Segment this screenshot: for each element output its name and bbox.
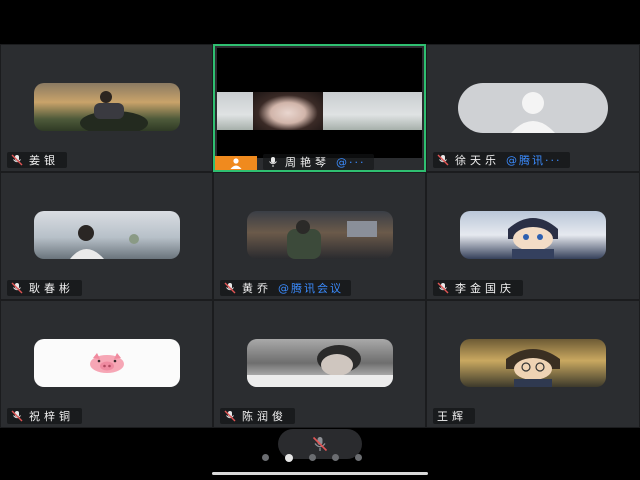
participant-namebar: 王辉 bbox=[433, 408, 475, 424]
mic-muted-icon bbox=[224, 282, 236, 294]
participant-avatar bbox=[458, 83, 608, 133]
participant-namebar: 耿春彬 bbox=[7, 280, 82, 296]
pig-emoji-icon bbox=[89, 353, 124, 373]
participant-name: 姜银 bbox=[29, 154, 59, 167]
page-dot-active[interactable] bbox=[285, 453, 293, 462]
home-indicator[interactable] bbox=[212, 472, 428, 475]
participant-name: 李金国庆 bbox=[455, 282, 515, 295]
participant-org: @腾讯··· bbox=[506, 154, 562, 167]
participant-namebar: 徐天乐 @腾讯··· bbox=[433, 152, 570, 168]
participant-org: @腾讯会议 bbox=[278, 282, 343, 295]
page-dot[interactable] bbox=[355, 454, 362, 461]
mic-muted-icon bbox=[224, 410, 236, 422]
participant-avatar bbox=[246, 211, 393, 259]
participant-avatar bbox=[460, 211, 606, 259]
participant-avatar bbox=[33, 211, 180, 259]
participant-avatar bbox=[33, 83, 180, 131]
participant-namebar: 姜银 bbox=[7, 152, 67, 168]
avatar-photo-icon bbox=[286, 220, 377, 259]
participant-name: 耿春彬 bbox=[29, 282, 74, 295]
avatar-photo-icon bbox=[508, 218, 558, 259]
participant-namebar: 祝梓铜 bbox=[7, 408, 82, 424]
avatar-photo-icon bbox=[69, 225, 139, 259]
participant-tile[interactable]: 耿春彬 bbox=[0, 172, 213, 300]
page-indicator[interactable] bbox=[262, 453, 362, 462]
participant-tile-active[interactable]: 周艳琴 @··· bbox=[213, 44, 426, 172]
participant-tile[interactable]: 陈润俊 bbox=[213, 300, 426, 428]
participant-tile[interactable]: 李金国庆 bbox=[426, 172, 640, 300]
participant-namebar: 黄乔 @腾讯会议 bbox=[220, 280, 351, 296]
participant-org: @··· bbox=[336, 155, 366, 169]
page-dot[interactable] bbox=[332, 454, 339, 461]
avatar-photo-icon bbox=[246, 345, 393, 387]
participant-tile[interactable]: 王辉 bbox=[426, 300, 640, 428]
participant-name: 徐天乐 bbox=[455, 154, 500, 167]
participant-avatar bbox=[33, 339, 180, 387]
mic-muted-icon bbox=[11, 410, 23, 422]
avatar-photo-icon bbox=[79, 91, 148, 131]
participant-namebar: 陈润俊 bbox=[220, 408, 295, 424]
participant-name: 王辉 bbox=[437, 410, 467, 423]
participant-grid: 姜银 周艳琴 @··· 徐天乐 @腾讯··· 耿春彬 黄乔 @腾讯会议 李金国庆… bbox=[0, 44, 640, 428]
participant-name: 黄乔 bbox=[242, 282, 272, 295]
top-bar bbox=[0, 0, 640, 44]
participant-tile[interactable]: 徐天乐 @腾讯··· bbox=[426, 44, 640, 172]
mic-muted-icon bbox=[11, 282, 23, 294]
participant-avatar bbox=[460, 339, 606, 387]
participant-tile[interactable]: 姜银 bbox=[0, 44, 213, 172]
mic-muted-icon bbox=[11, 154, 23, 166]
mic-icon bbox=[269, 157, 277, 167]
participant-video bbox=[217, 48, 422, 158]
participant-name: 陈润俊 bbox=[242, 410, 287, 423]
mic-muted-icon bbox=[437, 282, 449, 294]
participant-namebar: 周艳琴 @··· bbox=[263, 154, 374, 170]
participant-tile[interactable]: 黄乔 @腾讯会议 bbox=[213, 172, 426, 300]
participant-name: 祝梓铜 bbox=[29, 410, 74, 423]
bottom-bar bbox=[0, 428, 640, 480]
host-person-icon bbox=[215, 156, 257, 170]
avatar-photo-icon bbox=[506, 349, 560, 387]
participant-avatar bbox=[246, 339, 393, 387]
participant-name: 周艳琴 bbox=[285, 156, 330, 169]
page-dot[interactable] bbox=[309, 454, 316, 461]
person-silhouette-icon bbox=[511, 92, 555, 133]
participant-namebar: 李金国庆 bbox=[433, 280, 523, 296]
mic-muted-icon bbox=[312, 436, 328, 452]
participant-tile[interactable]: 祝梓铜 bbox=[0, 300, 213, 428]
mic-muted-icon bbox=[437, 154, 449, 166]
page-dot[interactable] bbox=[262, 454, 269, 461]
